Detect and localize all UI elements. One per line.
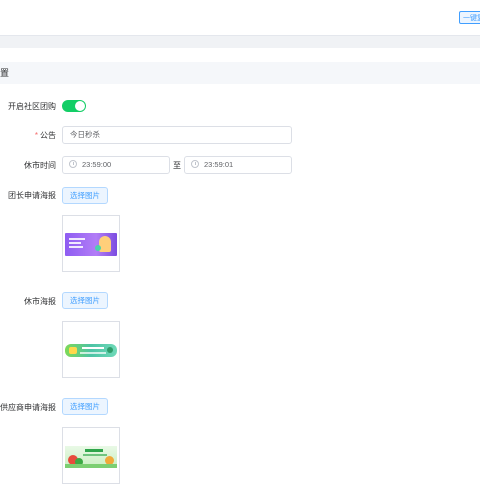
poster-band <box>65 464 117 468</box>
poster-text-line <box>80 352 106 354</box>
enable-group-buy-label: 开启社区团购 <box>8 102 56 111</box>
section-title: 置 <box>0 68 10 78</box>
leader-poster-image <box>65 233 117 256</box>
poster-text-line <box>69 238 85 240</box>
top-bar: 一键复制 <box>0 0 480 35</box>
closed-end-time-input[interactable]: 23:59:01 <box>184 156 292 174</box>
time-range-separator: 至 <box>173 161 181 170</box>
poster-dot <box>107 347 113 353</box>
closed-time-label: 休市时间 <box>24 161 56 170</box>
notice-input[interactable]: 今日秒杀 <box>62 126 292 144</box>
poster-text-line <box>82 347 104 349</box>
poster-text-line <box>69 246 83 248</box>
supplier-poster-thumbnail[interactable] <box>62 427 120 484</box>
supplier-poster-choose-button[interactable]: 选择图片 <box>62 398 108 415</box>
leader-poster-label: 团长申请海报 <box>8 191 56 200</box>
section-header: 置 <box>0 62 480 84</box>
copy-all-button[interactable]: 一键复制 <box>459 11 480 24</box>
closed-end-time-value: 23:59:01 <box>204 160 234 169</box>
closed-poster-choose-button[interactable]: 选择图片 <box>62 292 108 309</box>
required-mark: * <box>34 131 38 140</box>
switch-knob <box>75 101 85 111</box>
notice-label-text: 公告 <box>40 131 56 140</box>
clock-icon <box>191 160 199 169</box>
page-divider <box>0 35 480 48</box>
supplier-poster-image <box>65 446 117 468</box>
leader-poster-choose-button[interactable]: 选择图片 <box>62 187 108 204</box>
poster-text-line <box>69 242 81 244</box>
closed-start-time-value: 23:59:00 <box>82 160 112 169</box>
clock-icon <box>69 160 77 169</box>
poster-text-line <box>83 454 107 456</box>
poster-figure <box>99 236 111 252</box>
closed-poster-image <box>65 344 117 357</box>
closed-poster-label: 休市海报 <box>24 297 56 306</box>
enable-group-buy-switch[interactable] <box>62 100 86 112</box>
supplier-poster-label: 供应商申请海报 <box>0 403 56 412</box>
leader-poster-thumbnail[interactable] <box>62 215 120 272</box>
poster-text-line <box>85 449 103 452</box>
poster-figure <box>95 245 101 251</box>
closed-poster-thumbnail[interactable] <box>62 321 120 378</box>
closed-start-time-input[interactable]: 23:59:00 <box>62 156 170 174</box>
poster-badge <box>69 347 77 354</box>
notice-label: * 公告 <box>35 130 56 141</box>
